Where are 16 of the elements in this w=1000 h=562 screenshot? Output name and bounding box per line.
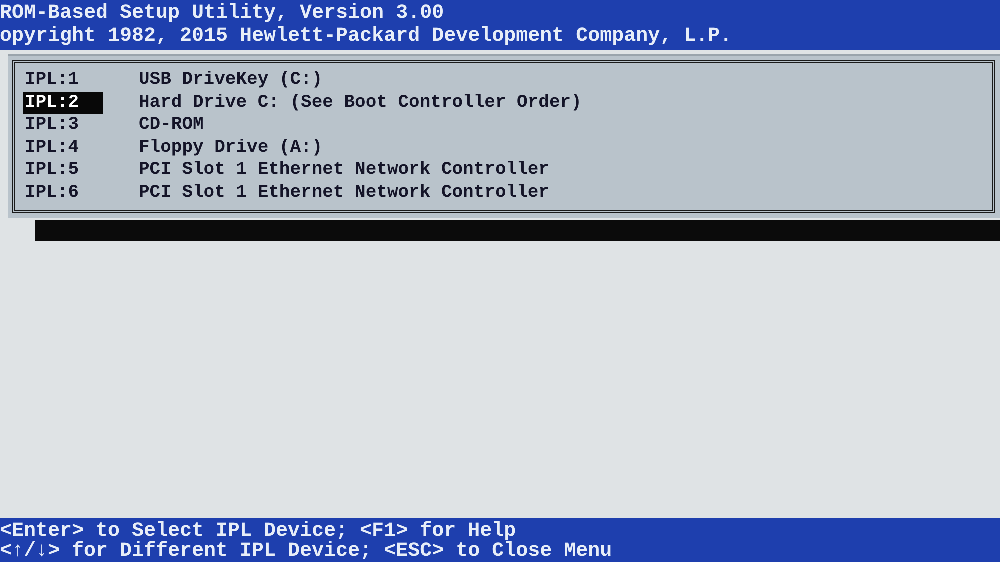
ipl-device-name[interactable]: USB DriveKey (C:)	[139, 69, 323, 92]
window-title: ROM-Based Setup Utility, Version 3.00	[0, 2, 444, 25]
ipl-device-name[interactable]: PCI Slot 1 Ethernet Network Controller	[139, 182, 550, 204]
help-text: <Enter> to Select IPL Device; <F1> for Help	[0, 522, 516, 542]
ipl-label[interactable]: IPL:2	[23, 92, 103, 114]
ipl-label[interactable]: IPL:6	[23, 182, 103, 204]
ipl-device-name[interactable]: Hard Drive C: (See Boot Controller Order)	[139, 92, 582, 114]
ipl-device-name[interactable]: CD-ROM	[139, 114, 204, 136]
ipl-label[interactable]: IPL:1	[23, 69, 103, 92]
help-text: <↑/↓> for Different IPL Device; <ESC> to Close Menu	[0, 542, 612, 562]
ipl-label[interactable]: IPL:3	[23, 114, 103, 136]
ipl-label[interactable]: IPL:4	[23, 136, 103, 159]
ipl-device-name[interactable]: Floppy Drive (A:)	[139, 136, 323, 159]
ipl-label[interactable]: IPL:5	[23, 159, 103, 182]
ipl-device-name[interactable]: PCI Slot 1 Ethernet Network Controller	[139, 159, 550, 182]
copyright-text: opyright 1982, 2015 Hewlett-Packard Development Company, L.P.	[0, 25, 732, 48]
